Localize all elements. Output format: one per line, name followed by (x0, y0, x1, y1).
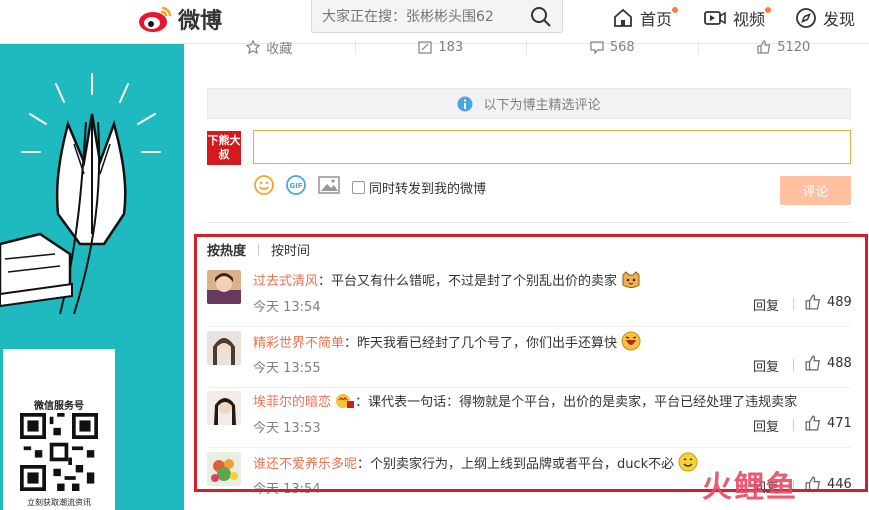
divider (207, 222, 851, 223)
favorite-label: 收藏 (266, 41, 293, 57)
repost-icon (418, 41, 432, 54)
search-icon[interactable] (530, 6, 552, 28)
comment-icon (590, 41, 604, 54)
notification-dot (672, 7, 678, 13)
comment-input[interactable] (253, 130, 851, 164)
featured-comments-notice: 以下为博主精选评论 (207, 88, 851, 119)
qr-code-image[interactable] (20, 413, 98, 491)
repost-checkbox-label: 同时转发到我的微博 (369, 182, 487, 197)
top-navbar: 微博 首页 视频 (0, 0, 869, 44)
submit-comment-button[interactable]: 评论 (780, 176, 851, 205)
comment-count: 568 (609, 39, 635, 55)
repost-count: 183 (438, 39, 464, 55)
star-icon (246, 40, 261, 54)
like-button[interactable]: 5120 (699, 39, 869, 55)
nav-video[interactable]: 视频 (703, 5, 771, 31)
gif-icon[interactable]: GIF (286, 175, 306, 195)
nav-home-label: 首页 (640, 10, 673, 29)
weibo-logo[interactable]: 微博 (138, 2, 238, 36)
watermark-logo: 火鲤鱼 (702, 470, 798, 505)
weibo-post-card: 收藏 183 568 5120 以下为博主精选评论 下熊大叔 GIF 同时转发到… (184, 40, 869, 510)
comment-button[interactable]: 568 (527, 39, 699, 55)
qr-card: 微信服务号 立刻获取潮流资讯 (3, 349, 115, 510)
qr-subtitle: 立刻获取潮流资讯 (27, 498, 91, 507)
nav-discover-label: 发现 (823, 10, 856, 29)
weibo-eye-icon (139, 6, 172, 32)
compass-icon (796, 8, 816, 28)
notification-dot (765, 7, 771, 13)
nav-home[interactable]: 首页 (612, 5, 678, 31)
red-highlight-frame (194, 234, 868, 492)
search-input[interactable] (322, 7, 522, 27)
like-count: 5120 (777, 39, 811, 55)
thumbs-up-icon (757, 40, 771, 54)
nav-discover[interactable]: 发现 (795, 5, 855, 31)
notice-text: 以下为博主精选评论 (483, 98, 601, 113)
post-action-bar: 收藏 183 568 5120 (184, 40, 869, 66)
praying-hands-illustration (0, 73, 161, 315)
search-box[interactable] (311, 0, 563, 33)
logo-text: 微博 (178, 9, 223, 34)
home-icon (614, 8, 632, 27)
video-icon (704, 11, 726, 25)
svg-text:GIF: GIF (289, 182, 302, 190)
qr-title: 微信服务号 (34, 401, 84, 412)
info-icon (457, 96, 473, 111)
repost-button[interactable]: 183 (356, 39, 527, 55)
emoji-icon[interactable] (254, 175, 274, 195)
nav-video-label: 视频 (733, 10, 766, 29)
image-icon[interactable] (318, 175, 340, 195)
current-user-avatar[interactable]: 下熊大叔 (207, 131, 241, 165)
left-banner: 微信服务号 立刻获取潮流资讯 (0, 44, 184, 510)
favorite-button[interactable]: 收藏 (184, 40, 356, 57)
page: 微博 首页 视频 (0, 0, 869, 510)
repost-checkbox[interactable]: 同时转发到我的微博 (352, 178, 486, 197)
checkbox-box[interactable] (352, 181, 365, 194)
